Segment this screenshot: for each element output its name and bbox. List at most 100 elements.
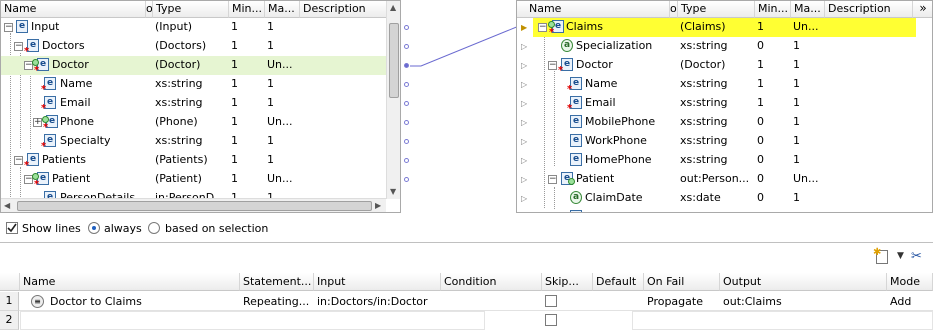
col-header-description[interactable]: Description [300,1,388,18]
tree-row-claimdate[interactable]: a ClaimDate xs:date 0 1 [533,189,932,208]
table-row[interactable]: 1 ≡ Doctor to Claims Repeating... in:Doc… [0,292,933,311]
mapping-port[interactable] [404,101,409,106]
col-header-name[interactable]: Name [517,1,670,18]
collapse-icon[interactable]: − [14,42,23,51]
tree-row-patient[interactable]: − e Patient out:Person... 0 Un... [533,170,932,189]
new-row-input-area[interactable] [20,311,485,330]
statement-on-fail[interactable]: Propagate [647,295,703,308]
mapping-statements-table[interactable]: Name Statement... Input Condition Skip..… [0,273,933,331]
node-max: 1 [793,39,800,52]
node-name: Email [585,96,616,109]
tree-row-workphone[interactable]: e WorkPhone xs:string 0 1 [533,132,932,151]
statement-icon: ≡ [31,295,44,308]
collapse-icon[interactable]: − [4,23,13,32]
col-header-on-fail[interactable]: On Fail [644,273,720,291]
tree-row-email[interactable]: e * Email xs:string 1 1 [1,94,400,114]
col-header-max[interactable]: Ma... [265,1,300,18]
collapse-icon[interactable]: − [548,175,557,184]
tree-row-specialization[interactable]: a Specialization xs:string 0 1 [533,37,932,56]
col-header-output[interactable]: Output [720,273,887,291]
statement-input[interactable]: in:Doctors/in:Doctor [317,295,428,308]
statement-mode[interactable]: Add [890,295,911,308]
mapping-port[interactable] [404,82,409,87]
required-star-icon: * [558,65,564,76]
input-tree-panel[interactable]: Name o Type Min... Ma... Description − e… [0,0,401,213]
mapping-tool-icon[interactable]: ✂ [911,249,922,264]
tree-row-doctor[interactable]: − e * Doctor (Doctor) 1 Un... [1,56,387,76]
node-min: 0 [757,172,764,185]
row-number: 2 [0,311,19,330]
col-header-statement[interactable]: Statement... [240,273,314,291]
scroll-thumb[interactable] [389,23,399,98]
tree-row-name[interactable]: e * Name xs:string 1 1 [533,75,932,95]
collapse-icon[interactable]: − [14,156,23,165]
col-header-input[interactable]: Input [314,273,441,291]
vertical-scrollbar[interactable]: ▲ ▼ [386,1,400,199]
output-tree-panel[interactable]: Name o Type Min... Ma... Description » ▶… [516,0,933,213]
node-max: 1 [267,134,274,147]
col-header-occurrence[interactable]: o [670,1,678,18]
statement-type[interactable]: Repeating... [243,295,309,308]
col-header-skip[interactable]: Skip... [542,273,593,291]
mapping-port[interactable] [404,158,409,163]
col-header-max[interactable]: Ma... [791,1,825,18]
table-row[interactable]: 2 [0,311,933,330]
tree-row-email[interactable]: e * Email xs:string 1 1 [533,94,932,114]
node-type: (Doctor) [680,58,726,71]
based-on-selection-radio[interactable] [148,222,160,234]
col-header-type[interactable]: Type [678,1,755,18]
statement-output[interactable]: out:Claims [723,295,782,308]
node-name: Specialization [576,39,653,52]
tree-row-input[interactable]: − e Input (Input) 1 1 [1,18,400,37]
scroll-thumb[interactable] [17,201,372,211]
tree-row-phone[interactable]: + e * Phone (Phone) 1 Un... [1,113,400,133]
scroll-right-icon[interactable]: ▶ [375,201,381,210]
col-header-min[interactable]: Min... [229,1,265,18]
col-header-default[interactable]: Default [593,273,644,291]
skip-checkbox[interactable] [545,295,557,307]
col-header-name[interactable]: Name [20,273,240,291]
tree-row-id[interactable]: e ID ... 1 1 [533,208,932,212]
skip-checkbox[interactable] [545,314,557,326]
attribute-icon: a [561,39,573,52]
node-type: xs:string [155,96,203,109]
new-statement-icon[interactable]: ✱ [873,247,888,264]
scroll-down-icon[interactable]: ▼ [390,187,396,196]
collapse-icon[interactable]: − [548,61,557,70]
collapse-columns-icon[interactable]: » [913,1,932,18]
tree-row-patients[interactable]: − e * Patients (Patients) 1 1 [1,151,400,171]
col-header-name[interactable]: Name [1,1,146,18]
node-type: xs:string [680,77,728,90]
mapping-port[interactable] [404,139,409,144]
collapse-icon[interactable]: − [538,23,547,32]
statement-name[interactable]: Doctor to Claims [50,295,142,308]
expand-icon[interactable]: + [33,118,42,127]
tree-row-patient[interactable]: − e * Patient (Patient) 1 Un... [1,170,400,190]
mapping-port[interactable] [404,120,409,125]
new-row-input-area[interactable] [632,311,933,330]
row-marker-icon: ▷ [521,137,528,146]
tree-row-claims[interactable]: − e * Claims (Claims) 1 Un... [533,18,916,38]
tree-row-mobilephone[interactable]: e MobilePhone xs:string 0 1 [533,113,932,132]
tree-row-specialty[interactable]: e * Specialty xs:string 1 1 [1,132,400,152]
col-header-description[interactable]: Description [825,1,913,18]
col-header-occurrence[interactable]: o [146,1,153,18]
always-radio[interactable] [88,222,100,234]
col-header-min[interactable]: Min... [755,1,791,18]
horizontal-scrollbar[interactable]: ◀ ▶ [1,198,386,212]
tree-row-name[interactable]: e * Name xs:string 1 1 [1,75,400,95]
dropdown-arrow-icon[interactable]: ▼ [897,251,904,261]
mapping-port[interactable] [404,177,409,182]
tree-row-doctors[interactable]: − e * Doctors (Doctors) 1 1 [1,37,400,57]
col-header-type[interactable]: Type [153,1,229,18]
element-icon: e [570,210,582,212]
show-lines-checkbox[interactable] [6,222,18,234]
col-header-condition[interactable]: Condition [441,273,542,291]
scroll-left-icon[interactable]: ◀ [4,201,10,210]
tree-row-doctor[interactable]: − e * Doctor (Doctor) 1 1 [533,56,932,76]
required-star-icon: * [41,84,47,95]
required-star-icon: * [567,103,573,114]
col-header-mode[interactable]: Mode [887,273,933,291]
tree-row-homephone[interactable]: e HomePhone xs:string 0 1 [533,151,932,170]
scroll-up-icon[interactable]: ▲ [390,3,396,12]
